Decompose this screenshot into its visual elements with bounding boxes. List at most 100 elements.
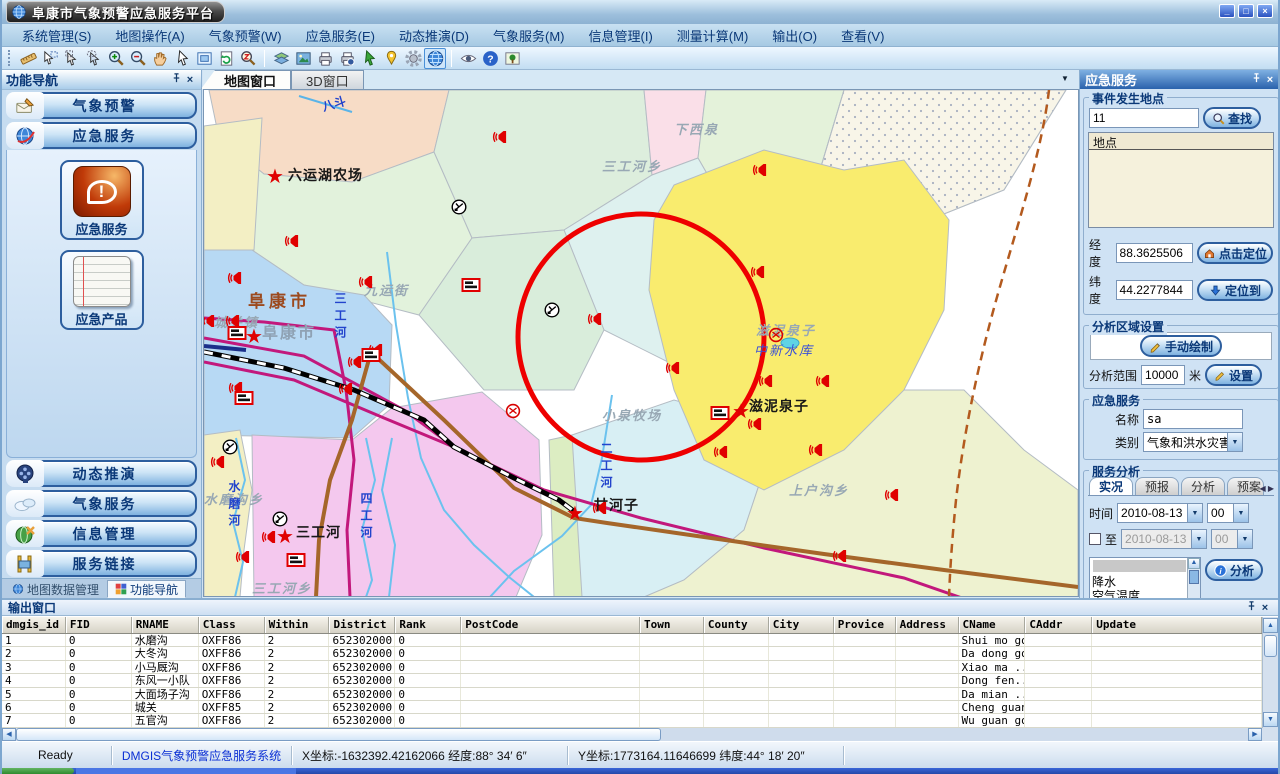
globe-icon[interactable]: [424, 48, 446, 69]
column-header-FID[interactable]: FID: [66, 617, 132, 633]
siren-speaker-icon[interactable]: [714, 444, 731, 460]
red-star-icon[interactable]: ★: [566, 504, 584, 524]
red-star-icon[interactable]: ★: [732, 402, 750, 422]
tab-forecast[interactable]: 预报: [1135, 477, 1179, 495]
list-item[interactable]: 降水: [1090, 575, 1200, 589]
menu-item-4[interactable]: 动态推演(D): [387, 24, 481, 47]
toolbar-grip[interactable]: [8, 50, 13, 66]
siren-speaker-icon[interactable]: [885, 487, 902, 503]
service-name-input[interactable]: sa: [1143, 409, 1243, 429]
mine-symbol-icon[interactable]: [272, 511, 288, 527]
menu-item-3[interactable]: 应急服务(E): [294, 24, 387, 47]
place-pin-icon[interactable]: [380, 48, 402, 69]
full-extent-icon[interactable]: [193, 48, 215, 69]
column-header-CAddr[interactable]: CAddr: [1025, 617, 1092, 633]
column-header-County[interactable]: County: [704, 617, 769, 633]
sidebar-item-information-management[interactable]: 信息管理: [6, 520, 197, 547]
latitude-input[interactable]: 44.2277844: [1116, 280, 1193, 300]
print-icon[interactable]: [314, 48, 336, 69]
siren-speaker-icon[interactable]: [751, 264, 768, 280]
red-circle-sign-icon[interactable]: [505, 403, 521, 419]
location-search-input[interactable]: 11: [1089, 108, 1199, 128]
map-canvas[interactable]: 八斗六运湖农场三工河乡下西泉九运街阜康市城关镇阜康市三工河滋泥泉子中新水库滋泥泉…: [203, 90, 1079, 597]
sidebar-item-service-links[interactable]: 服务链接: [6, 550, 197, 577]
column-header-Town[interactable]: Town: [640, 617, 704, 633]
manual-draw-button[interactable]: 手动绘制: [1140, 335, 1222, 357]
start-button-sliver[interactable]: [2, 768, 74, 774]
column-header-Provice[interactable]: Provice: [834, 617, 896, 633]
red-circle-sign-icon[interactable]: [768, 327, 784, 343]
siren-speaker-icon[interactable]: [203, 313, 218, 329]
scrollbar-thumb[interactable]: [16, 728, 661, 741]
column-header-Address[interactable]: Address: [896, 617, 959, 633]
column-header-Update[interactable]: Update: [1092, 617, 1262, 633]
table-vertical-scrollbar[interactable]: ▲ ▼: [1262, 617, 1278, 728]
analyze-button[interactable]: i 分析: [1205, 559, 1263, 581]
select-edit-icon[interactable]: [39, 48, 61, 69]
tab-map-window[interactable]: 地图窗口: [201, 70, 291, 89]
sidebar-item-weather-service[interactable]: 气象服务: [6, 490, 197, 517]
siren-speaker-icon[interactable]: [753, 162, 770, 178]
click-locate-button[interactable]: 点击定位: [1197, 242, 1273, 264]
restore-button[interactable]: □: [1238, 4, 1254, 18]
siren-speaker-icon[interactable]: [359, 274, 376, 290]
striped-flag-icon[interactable]: [287, 553, 306, 567]
tab-analysis[interactable]: 分析: [1181, 477, 1225, 495]
table-row[interactable]: 40东风一小队OXFF8626523020000Dong fen...: [2, 674, 1262, 687]
mine-symbol-icon[interactable]: [544, 302, 560, 318]
sidebar-item-weather-warning[interactable]: 气象预警: [6, 92, 197, 119]
sidebar-item-dynamic-deduction[interactable]: 动态推演: [6, 460, 197, 487]
mine-symbol-icon[interactable]: [451, 199, 467, 215]
siren-speaker-icon[interactable]: [809, 442, 826, 458]
table-row[interactable]: 20大冬沟OXFF8626523020000Da dong gou: [2, 647, 1262, 660]
menu-item-9[interactable]: 查看(V): [829, 24, 896, 47]
siren-speaker-icon[interactable]: [833, 548, 850, 564]
tab-function-navigation[interactable]: 功能导航: [107, 580, 186, 598]
siren-speaker-icon[interactable]: [285, 233, 302, 249]
table-row[interactable]: 10水磨沟OXFF8626523020000Shui mo gou: [2, 634, 1262, 647]
striped-flag-icon[interactable]: [362, 348, 381, 362]
column-header-Class[interactable]: Class: [199, 617, 265, 633]
siren-speaker-icon[interactable]: [759, 373, 776, 389]
scroll-right-icon[interactable]: ▶: [1248, 728, 1262, 741]
pin-icon[interactable]: [1244, 600, 1258, 615]
siren-speaker-icon[interactable]: [236, 549, 253, 565]
search-button[interactable]: 查找: [1203, 107, 1261, 129]
select-rect-icon[interactable]: [61, 48, 83, 69]
close-button[interactable]: ×: [1257, 4, 1273, 18]
red-star-icon[interactable]: ★: [276, 527, 294, 547]
goto-location-button[interactable]: 定位到: [1197, 279, 1273, 301]
column-header-Within[interactable]: Within: [265, 617, 330, 633]
mine-symbol-icon[interactable]: [222, 439, 238, 455]
scroll-down-icon[interactable]: ▼: [1263, 712, 1278, 727]
menu-item-1[interactable]: 地图操作(A): [103, 24, 196, 47]
help-icon[interactable]: ?: [479, 48, 501, 69]
menu-item-2[interactable]: 气象预警(W): [197, 24, 294, 47]
column-header-City[interactable]: City: [769, 617, 834, 633]
pin-icon[interactable]: [169, 72, 183, 87]
refresh-icon[interactable]: [215, 48, 237, 69]
chevron-down-icon[interactable]: ▼: [1187, 504, 1202, 522]
menu-item-7[interactable]: 测量计算(M): [665, 24, 761, 47]
close-icon[interactable]: ×: [1263, 74, 1277, 86]
striped-flag-icon[interactable]: [711, 406, 730, 420]
ruler-icon[interactable]: [17, 48, 39, 69]
siren-speaker-icon[interactable]: [211, 454, 228, 470]
export-image-icon[interactable]: [292, 48, 314, 69]
minimize-button[interactable]: _: [1219, 4, 1235, 18]
close-icon[interactable]: ×: [183, 74, 197, 86]
table-row[interactable]: 50大面场子沟OXFF8626523020000Da mian ...: [2, 688, 1262, 701]
chevron-down-icon[interactable]: ▼: [1227, 433, 1242, 451]
scroll-up-icon[interactable]: ▲: [1263, 618, 1278, 633]
hour-select[interactable]: 00 ▼: [1207, 503, 1249, 523]
siren-speaker-icon[interactable]: [748, 416, 765, 432]
zoom-out-icon[interactable]: [127, 48, 149, 69]
menu-item-6[interactable]: 信息管理(I): [577, 24, 665, 47]
zoom-in-icon[interactable]: [105, 48, 127, 69]
pin-icon[interactable]: [1249, 72, 1263, 87]
settings-icon[interactable]: [402, 48, 424, 69]
longitude-input[interactable]: 88.3625506: [1116, 243, 1193, 263]
chevron-down-icon[interactable]: ▼: [1057, 72, 1073, 86]
scroll-left-icon[interactable]: ◀: [2, 728, 16, 741]
service-type-select[interactable]: 气象和洪水灾害 ▼: [1143, 432, 1243, 452]
